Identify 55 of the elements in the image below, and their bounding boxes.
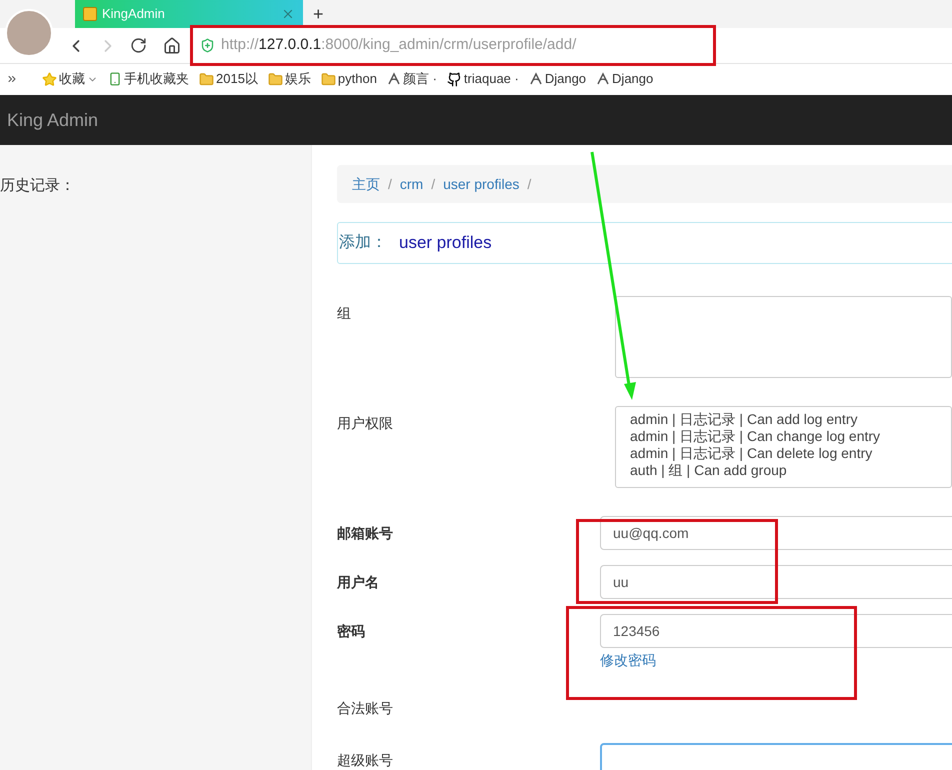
close-icon[interactable] — [281, 7, 295, 21]
logo-icon — [596, 72, 610, 86]
breadcrumb-link[interactable]: 主页 — [352, 174, 380, 194]
bookmark[interactable]: python — [320, 69, 377, 89]
logo-icon — [386, 72, 401, 86]
reload-icon[interactable] — [130, 37, 147, 54]
address-bar[interactable]: http://127.0.0.1:8000/king_admin/crm/userprofile/add/ — [191, 34, 576, 57]
bookmark[interactable]: 收藏 — [42, 69, 98, 89]
folder-icon — [320, 72, 336, 86]
field-label: 用户名 — [337, 573, 380, 592]
navbar-brand[interactable]: King Admin — [7, 106, 98, 134]
select-option[interactable]: admin | 日志记录 | Can change log entry — [630, 428, 937, 445]
select-option[interactable]: auth | 组 | Can add group — [630, 462, 937, 479]
field-label: 邮箱账号 — [337, 524, 394, 543]
sidebar-toggle-icon[interactable] — [6, 73, 18, 85]
url-text: http://127.0.0.1:8000/king_admin/crm/userprofile/add/ — [221, 35, 576, 56]
breadcrumb-separator: / — [431, 174, 436, 194]
github-icon — [446, 72, 462, 86]
bookmark[interactable]: triaquae · — [446, 69, 519, 89]
bookmark[interactable]: 颜言 · — [386, 69, 437, 89]
panel-title: user profiles — [399, 232, 492, 254]
breadcrumb-link[interactable]: user profiles — [443, 174, 520, 194]
folder-icon — [199, 72, 214, 86]
favicon-icon — [83, 7, 97, 21]
bookmark[interactable]: Django — [528, 69, 586, 89]
shield-icon — [200, 38, 215, 53]
field-label: 超级账号 — [337, 751, 394, 770]
bookmark[interactable]: Django — [596, 69, 654, 89]
new-tab-button[interactable]: + — [313, 0, 324, 28]
sidebar-title: 历史记录： — [0, 176, 76, 196]
field-label: 组 — [337, 304, 352, 323]
bookmark[interactable]: 2015以 — [199, 69, 258, 89]
breadcrumb-separator: / — [388, 174, 392, 194]
breadcrumb-link[interactable]: crm — [400, 174, 424, 194]
text-input[interactable]: uu@qq.com — [600, 516, 952, 550]
logo-icon — [528, 72, 543, 86]
field-label: 合法账号 — [337, 699, 394, 718]
phone-icon — [108, 72, 122, 86]
change-password-link[interactable]: 修改密码 — [600, 650, 952, 671]
bookmark[interactable]: 手机收藏夹 — [108, 69, 189, 89]
panel-prefix: 添加： — [339, 232, 387, 253]
multi-select-list[interactable]: admin | 日志记录 | Can add log entry admin | 日志记录 | Can change log entry admin | 日志记录 | Can delete log entry auth | 组 | Can add group — [615, 406, 952, 488]
folder-icon — [268, 72, 283, 86]
tab-title: KingAdmin — [102, 5, 166, 24]
select-option[interactable]: admin | 日志记录 | Can delete log entry — [630, 445, 937, 462]
home-icon[interactable] — [163, 36, 181, 54]
star-icon — [42, 72, 57, 86]
text-input[interactable]: 123456 — [600, 614, 952, 648]
field-label: 密码 — [337, 622, 366, 641]
bookmark[interactable]: 娱乐 — [268, 69, 311, 89]
field-label: 用户权限 — [337, 414, 394, 433]
select-option[interactable]: admin | 日志记录 | Can add log entry — [630, 411, 937, 428]
text-input[interactable]: uu — [600, 565, 952, 599]
breadcrumb-separator: / — [527, 174, 532, 194]
text-input[interactable] — [600, 743, 952, 770]
